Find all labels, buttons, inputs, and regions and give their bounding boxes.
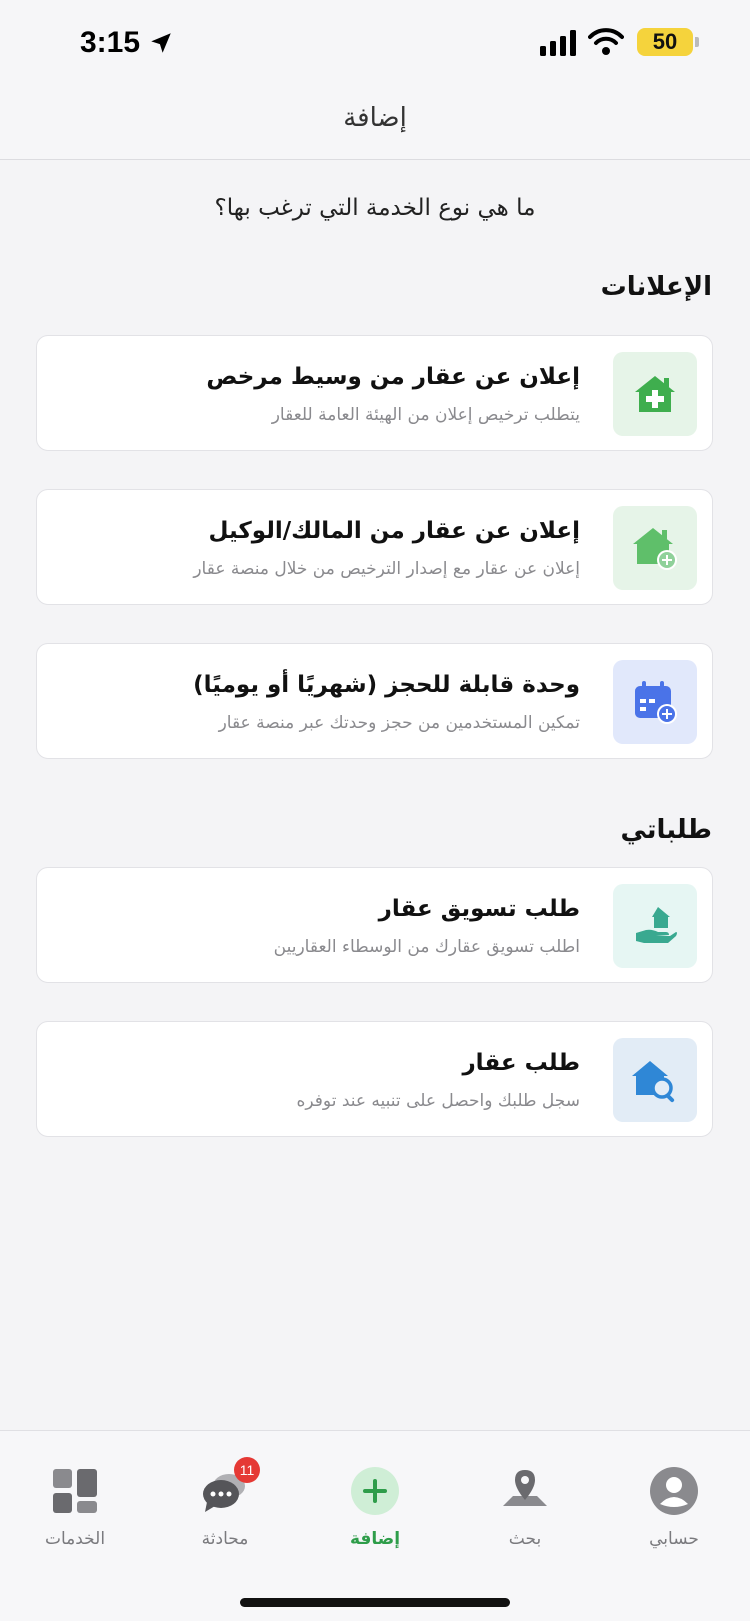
status-time: 3:15 bbox=[80, 26, 141, 59]
tab-label: محادثة bbox=[201, 1529, 249, 1549]
tab-services[interactable]: الخدمات bbox=[10, 1461, 140, 1549]
add-circle-icon bbox=[310, 1461, 440, 1521]
tab-label: إضافة bbox=[349, 1529, 401, 1549]
nav-header: إضافة bbox=[0, 90, 750, 160]
location-arrow-icon bbox=[151, 33, 171, 53]
card-subtitle: تمكين المستخدمين من حجز وحدتك عبر منصة ع… bbox=[218, 713, 580, 733]
services-grid-icon bbox=[10, 1461, 140, 1521]
tab-chat[interactable]: 11 محادثة bbox=[160, 1457, 290, 1549]
home-indicator bbox=[240, 1598, 510, 1607]
card-marketing-request[interactable]: طلب تسويق عقار اطلب تسويق عقارك من الوسط… bbox=[36, 867, 713, 983]
tab-add[interactable]: إضافة bbox=[310, 1461, 440, 1549]
card-subtitle: سجل طلبك واحصل على تنبيه عند توفره bbox=[296, 1091, 581, 1111]
calendar-add-icon bbox=[613, 660, 697, 744]
tab-account[interactable]: حسابي bbox=[609, 1461, 739, 1549]
section-title-ads: الإعلانات bbox=[600, 272, 712, 302]
card-title: وحدة قابلة للحجز (شهريًا أو يوميًا) bbox=[193, 672, 580, 698]
card-subtitle: إعلان عن عقار مع إصدار الترخيص من خلال م… bbox=[193, 559, 580, 579]
house-plus-icon bbox=[613, 352, 697, 436]
card-owner-ad[interactable]: إعلان عن عقار من المالك/الوكيل إعلان عن … bbox=[36, 489, 713, 605]
tab-label: حسابي bbox=[649, 1529, 699, 1549]
service-question: ما هي نوع الخدمة التي ترغب بها؟ bbox=[214, 195, 536, 221]
wifi-icon bbox=[588, 28, 624, 55]
map-pin-icon bbox=[460, 1461, 590, 1521]
cellular-signal-icon bbox=[540, 30, 576, 56]
card-subtitle: اطلب تسويق عقارك من الوسطاء العقاريين bbox=[273, 937, 580, 957]
house-search-icon bbox=[613, 1038, 697, 1122]
card-broker-ad[interactable]: إعلان عن عقار من وسيط مرخص يتطلب ترخيص إ… bbox=[36, 335, 713, 451]
card-property-request[interactable]: طلب عقار سجل طلبك واحصل على تنبيه عند تو… bbox=[36, 1021, 713, 1137]
chat-badge: 11 bbox=[234, 1457, 260, 1483]
card-title: طلب عقار bbox=[462, 1050, 580, 1076]
bottom-tab-bar: حسابي بحث إضافة 11 محادثة الخدمات bbox=[0, 1430, 750, 1621]
tab-search[interactable]: بحث bbox=[460, 1461, 590, 1549]
card-subtitle: يتطلب ترخيص إعلان من الهيئة العامة للعقا… bbox=[271, 405, 580, 425]
tab-label: بحث bbox=[508, 1529, 542, 1549]
card-title: إعلان عن عقار من وسيط مرخص bbox=[206, 364, 580, 390]
profile-icon bbox=[609, 1461, 739, 1521]
tab-label: الخدمات bbox=[44, 1529, 106, 1549]
card-title: إعلان عن عقار من المالك/الوكيل bbox=[208, 518, 580, 544]
battery-tip bbox=[695, 37, 699, 47]
card-bookable-unit[interactable]: وحدة قابلة للحجز (شهريًا أو يوميًا) تمكي… bbox=[36, 643, 713, 759]
page-title: إضافة bbox=[343, 103, 407, 133]
chat-icon: 11 bbox=[160, 1457, 290, 1521]
status-bar: 3:15 50 bbox=[0, 0, 750, 90]
section-title-requests: طلباتي bbox=[620, 815, 712, 845]
house-add-badge-icon bbox=[613, 506, 697, 590]
card-title: طلب تسويق عقار bbox=[378, 896, 580, 922]
hand-house-icon bbox=[613, 884, 697, 968]
battery-indicator: 50 bbox=[637, 28, 693, 56]
